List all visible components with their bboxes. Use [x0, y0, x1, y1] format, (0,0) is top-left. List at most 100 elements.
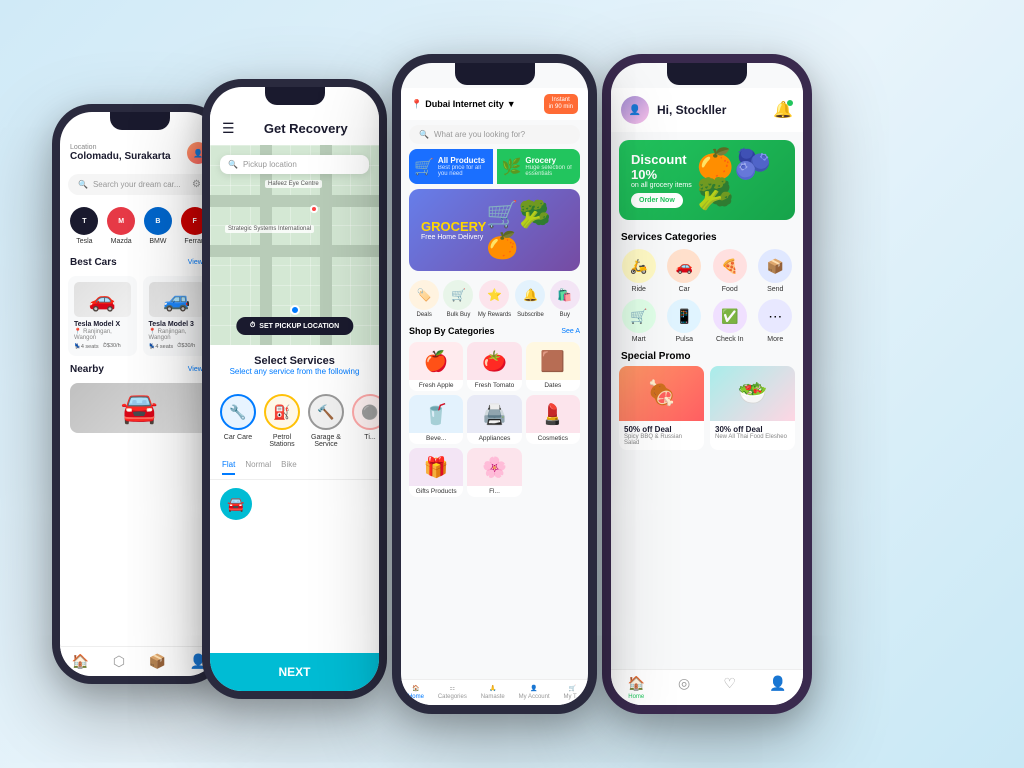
phone3-content: 📍 Dubai Internet city ▼ Instant in 90 mi…: [401, 63, 588, 705]
phone4-notch: [667, 63, 747, 85]
g-nav-home[interactable]: 🏠 Home: [408, 685, 424, 700]
stockller-bottom-nav: 🏠 Home ◎ ♡ 👤: [611, 669, 803, 705]
cosmetics-img: 💄: [526, 395, 580, 433]
promo-card-1[interactable]: 🍖 50% off Deal Spicy BBQ & Russian Salad: [619, 366, 704, 450]
car-card-2[interactable]: 🚙 Tesla Model 3 📍 Ranjingan, Wangon 💺4 s…: [143, 276, 212, 356]
action-bulk[interactable]: 🛒 Bulk Buy: [443, 280, 473, 318]
car-label: Car: [679, 286, 690, 293]
fl-img: 🌸: [467, 448, 521, 486]
car-app-header: Location Colomadu, Surakarta 👤: [60, 134, 219, 170]
notification-dot: [787, 100, 793, 106]
service-garage[interactable]: 🔨 Garage & Service: [308, 394, 344, 448]
bmw-label: BMW: [149, 238, 166, 245]
g-nav-account[interactable]: 👤 My Account: [519, 685, 550, 700]
explore-icon: ◎: [678, 675, 690, 692]
action-deals[interactable]: 🏷️ Deals: [409, 280, 439, 318]
stockller-avatar: 👤: [621, 96, 649, 124]
hamburger-menu[interactable]: ☰: [222, 120, 235, 137]
more-label: More: [767, 336, 783, 343]
tab-grocery[interactable]: 🌿 Grocery Huge selection of essentials: [497, 149, 581, 184]
nav-map[interactable]: ⬡: [113, 653, 125, 670]
g-nav-namaste[interactable]: 🙏 Namaste: [481, 685, 505, 700]
nav-home[interactable]: 🏠: [72, 653, 89, 670]
cat-tomato[interactable]: 🍅 Fresh Tomato: [467, 342, 521, 391]
service-send[interactable]: 📦 Send: [756, 249, 796, 293]
dates-label: Dates: [526, 380, 580, 391]
phone1-shell: Location Colomadu, Surakarta 👤 🔍 Search …: [52, 104, 227, 684]
service-petrol[interactable]: ⛽ Petrol Stations: [264, 394, 300, 448]
cat-dates[interactable]: 🟫 Dates: [526, 342, 580, 391]
deals-label: Deals: [416, 312, 431, 318]
car-search-bar[interactable]: 🔍 Search your dream car... ⚙: [68, 174, 211, 195]
mazda-label: Mazda: [111, 238, 132, 245]
tab-flat[interactable]: Flat: [222, 460, 235, 475]
tab-normal[interactable]: Normal: [245, 460, 271, 475]
discount-sub: on all grocery items: [631, 182, 697, 189]
tab-all-products[interactable]: 🛒 All Products Best price for all you ne…: [409, 149, 493, 184]
namaste-label: Namaste: [481, 694, 505, 700]
checkin-label: Check In: [716, 336, 744, 343]
car-card-1[interactable]: 🚗 Tesla Model X 📍 Ranjingan, Wangon 💺4 s…: [68, 276, 137, 356]
service-mart[interactable]: 🛒 Mart: [619, 299, 659, 343]
promo-card-2[interactable]: 🥗 30% off Deal New All Thai Food Elesheo: [710, 366, 795, 450]
cat-fl[interactable]: 🌸 Fl...: [467, 448, 521, 497]
action-buy[interactable]: 🛍️ Buy: [550, 280, 580, 318]
brand-bmw[interactable]: B BMW: [144, 207, 172, 245]
services-title: Select Services: [222, 355, 367, 367]
s-nav-explore[interactable]: ◎: [678, 675, 690, 700]
action-subscribe[interactable]: 🔔 Subscribe: [515, 280, 545, 318]
cat-cosmetics[interactable]: 💄 Cosmetics: [526, 395, 580, 444]
cat-appliances[interactable]: 🖨️ Appliances: [467, 395, 521, 444]
set-pickup-button[interactable]: ⏱ SET PICKUP LOCATION: [236, 317, 353, 335]
g-nav-cart[interactable]: 🛒 My T...: [564, 685, 582, 700]
filter-icon[interactable]: ⚙: [192, 179, 201, 190]
service-ride[interactable]: 🛵 Ride: [619, 249, 659, 293]
pickup-location-input[interactable]: 🔍 Pickup location: [220, 155, 369, 174]
home-label: Home: [408, 694, 424, 700]
service-checkin[interactable]: ✅ Check In: [710, 299, 750, 343]
service-food[interactable]: 🍕 Food: [710, 249, 750, 293]
search-icon: 🔍: [78, 180, 88, 189]
food-label: Food: [722, 286, 738, 293]
notification-bell[interactable]: 🔔: [773, 100, 793, 120]
road-h1: [210, 195, 379, 207]
bulk-label: Bulk Buy: [447, 312, 471, 318]
recovery-title: Get Recovery: [245, 121, 367, 136]
car1-image: 🚗: [74, 282, 131, 317]
namaste-icon: 🙏: [489, 685, 496, 692]
s-nav-profile[interactable]: 👤: [769, 675, 786, 700]
tab-bike[interactable]: Bike: [281, 460, 297, 475]
s-nav-home[interactable]: 🏠 Home: [628, 675, 645, 700]
flat-service-icon[interactable]: 🚘: [220, 488, 252, 520]
phone3-notch: [455, 63, 535, 85]
cat-gifts[interactable]: 🎁 Gifts Products: [409, 448, 463, 497]
service-car-care[interactable]: 🔧 Car Care: [220, 394, 256, 448]
set-pickup-label: SET PICKUP LOCATION: [259, 323, 339, 330]
car2-details: 💺4 seats ⏱$30/h: [149, 343, 206, 350]
g-nav-categories[interactable]: ⚏ Categories: [438, 685, 467, 700]
banner-sub: Free Home Delivery: [421, 234, 486, 241]
brand-mazda[interactable]: M Mazda: [107, 207, 135, 245]
cat-apple[interactable]: 🍎 Fresh Apple: [409, 342, 463, 391]
s-nav-wishlist[interactable]: ♡: [723, 675, 736, 700]
select-services-section: Select Services Select any service from …: [210, 345, 379, 386]
grocery-header: 📍 Dubai Internet city ▼ Instant in 90 mi…: [401, 88, 588, 120]
brand-tesla[interactable]: T Tesla: [70, 207, 98, 245]
service-car[interactable]: 🚗 Car: [665, 249, 705, 293]
service-pulsa[interactable]: 📱 Pulsa: [665, 299, 705, 343]
next-button[interactable]: NEXT: [210, 653, 379, 691]
order-now-button[interactable]: Order Now: [631, 193, 683, 208]
see-all-cats[interactable]: See A: [561, 328, 580, 335]
apple-label: Fresh Apple: [409, 380, 463, 391]
recovery-header: ☰ Get Recovery: [210, 112, 379, 145]
cart-label: My T...: [564, 694, 582, 700]
grocery-search[interactable]: 🔍 What are you looking for?: [409, 125, 580, 144]
dropdown-icon[interactable]: ▼: [507, 99, 516, 109]
cat-bev[interactable]: 🥤 Beve...: [409, 395, 463, 444]
nearby-title: Nearby: [70, 364, 104, 375]
service-tire[interactable]: ⚫ Ti...: [352, 394, 379, 448]
action-rewards[interactable]: ⭐ My Rewards: [478, 280, 511, 318]
service-more[interactable]: ⋯ More: [756, 299, 796, 343]
home-icon: 🏠: [412, 685, 419, 692]
nav-box[interactable]: 📦: [149, 653, 166, 670]
